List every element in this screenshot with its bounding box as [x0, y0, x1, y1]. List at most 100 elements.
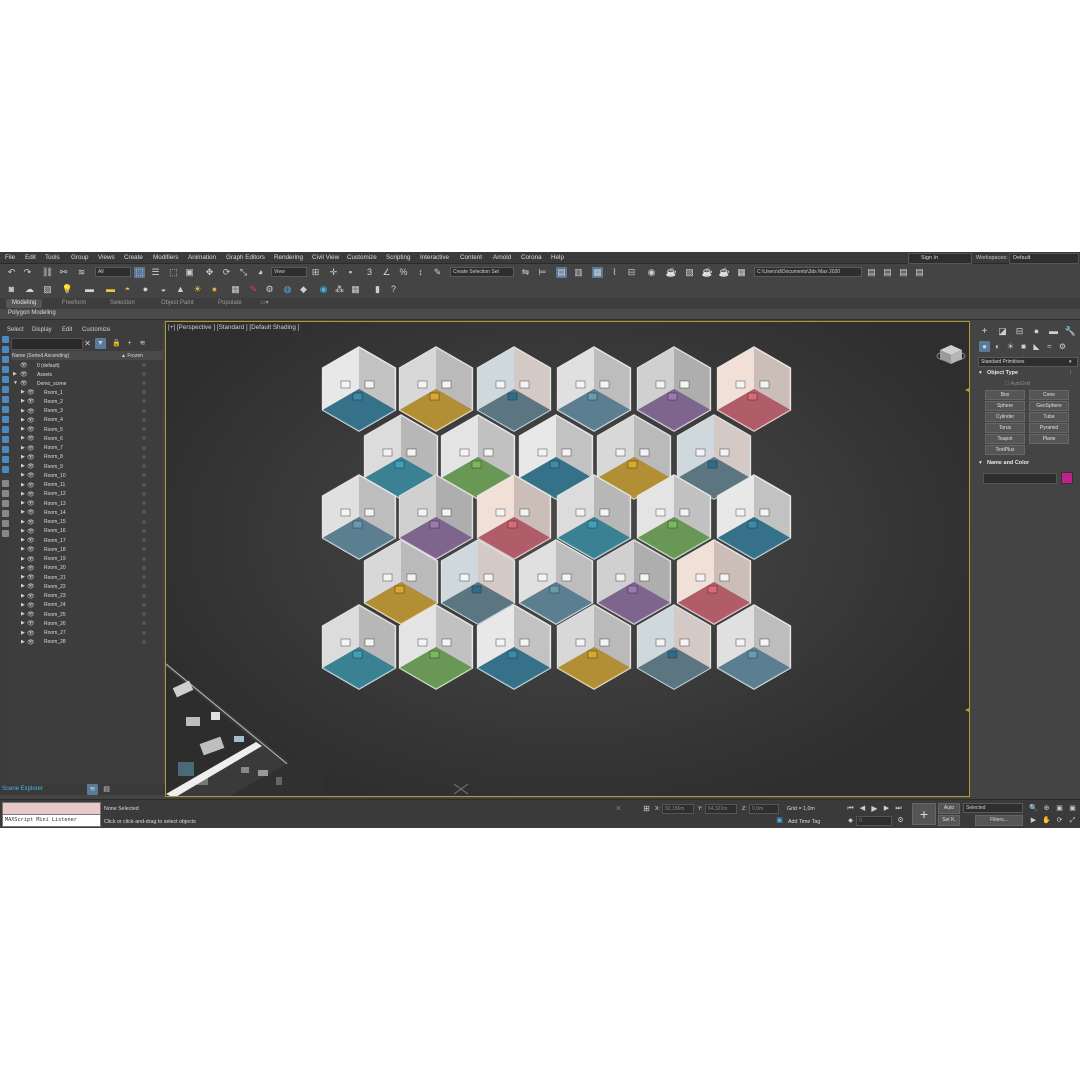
- tree-row[interactable]: ▶ 👁 Room_2: [11, 397, 163, 406]
- frozen-toggle[interactable]: [142, 436, 146, 441]
- room-cell[interactable]: [596, 539, 672, 625]
- go-to-end-icon[interactable]: ⏭: [893, 803, 904, 814]
- tree-row[interactable]: ▶ 👁 Room_27: [11, 629, 163, 638]
- eye-icon[interactable]: 👁: [27, 491, 35, 498]
- keyboard-shortcut-icon[interactable]: ▪: [345, 267, 356, 278]
- eye-icon[interactable]: 👁: [20, 380, 28, 387]
- toggle-ribbon-icon[interactable]: ▦: [592, 267, 603, 278]
- display-dependents-icon[interactable]: [2, 510, 9, 517]
- expand-arrow-icon[interactable]: ▶: [21, 620, 25, 626]
- helpers-icon[interactable]: ◣: [1031, 341, 1042, 352]
- link-icon[interactable]: ⛓: [42, 267, 53, 278]
- tree-row[interactable]: ▶ 👁 Room_15: [11, 518, 163, 527]
- rotate-icon[interactable]: ⟳: [221, 267, 232, 278]
- frozen-toggle[interactable]: [142, 501, 146, 505]
- eye-icon[interactable]: 👁: [27, 519, 35, 526]
- tree-row[interactable]: ▶ 👁 Room_21: [11, 573, 163, 582]
- tree-row[interactable]: ▶ 👁 Room_3: [11, 407, 163, 416]
- play-icon[interactable]: ▶: [869, 803, 880, 814]
- expand-arrow-icon[interactable]: ▶: [21, 426, 25, 432]
- eye-icon[interactable]: 👁: [27, 426, 35, 433]
- object-name-field[interactable]: [983, 473, 1057, 484]
- expand-arrow-icon[interactable]: ▶: [21, 639, 25, 645]
- frozen-toggle[interactable]: [142, 621, 146, 626]
- pan-icon[interactable]: ✋: [1041, 815, 1052, 826]
- tree-row[interactable]: ▶ 👁 Assets: [11, 370, 163, 379]
- display-bones-icon[interactable]: [2, 416, 9, 423]
- named-selection-dropdown[interactable]: Create Selection Set: [450, 267, 514, 277]
- lock-selection-icon[interactable]: ⊞: [641, 803, 652, 814]
- se-menu-display[interactable]: Display: [32, 327, 52, 333]
- frozen-toggle[interactable]: [142, 510, 146, 515]
- help-icon[interactable]: ?: [388, 284, 399, 295]
- room-cell[interactable]: [398, 346, 474, 432]
- pattern-icon[interactable]: ⚙: [264, 284, 275, 295]
- key-mode-icon[interactable]: ◆: [845, 815, 856, 826]
- lister-icon[interactable]: ▦: [350, 284, 361, 295]
- room-cell[interactable]: [716, 346, 792, 432]
- frozen-toggle[interactable]: [142, 399, 146, 404]
- redo-icon[interactable]: ↷: [22, 267, 33, 278]
- camera-icon[interactable]: ◙: [6, 284, 17, 295]
- tree-row[interactable]: ▶ 👁 Room_25: [11, 610, 163, 619]
- display-frozen-icon[interactable]: [2, 436, 9, 443]
- go-to-start-icon[interactable]: ⏮: [845, 803, 856, 814]
- current-frame-field[interactable]: 0: [856, 816, 892, 826]
- scatter-icon[interactable]: ◒: [158, 284, 169, 295]
- place-icon[interactable]: ◕: [255, 267, 266, 278]
- eye-icon[interactable]: 👁: [27, 500, 35, 507]
- name-and-color-rollout[interactable]: ▾ Name and Color: [978, 459, 1076, 468]
- material-library-icon[interactable]: ▬: [105, 284, 116, 295]
- frozen-toggle[interactable]: [142, 593, 146, 598]
- expand-arrow-icon[interactable]: ▶: [21, 389, 25, 395]
- selection-filter-dropdown[interactable]: All: [95, 267, 131, 277]
- search-input[interactable]: [11, 338, 83, 350]
- align-icon[interactable]: ⊨: [537, 267, 548, 278]
- next-frame-icon[interactable]: ▶: [881, 803, 892, 814]
- rect-selection-icon[interactable]: ⬚: [168, 267, 179, 278]
- frozen-toggle[interactable]: [142, 575, 146, 579]
- eye-icon[interactable]: 👁: [27, 408, 35, 415]
- room-cell[interactable]: [321, 346, 397, 432]
- room-cell[interactable]: [676, 539, 752, 625]
- zoom-extents-all-icon[interactable]: ▣: [1067, 803, 1078, 814]
- expand-arrow-icon[interactable]: ▶: [21, 611, 25, 617]
- primitive-plane-button[interactable]: Plane: [1029, 434, 1069, 444]
- frozen-toggle[interactable]: [142, 454, 146, 459]
- edit-named-selection-icon[interactable]: ✎: [432, 267, 443, 278]
- frozen-toggle[interactable]: [142, 602, 146, 607]
- tree-row[interactable]: ▶ 👁 Room_26: [11, 619, 163, 628]
- angle-snap-icon[interactable]: ∠: [381, 267, 392, 278]
- eye-icon[interactable]: 👁: [27, 593, 35, 600]
- bind-spacewarp-icon[interactable]: ≋: [76, 267, 87, 278]
- tree-row[interactable]: ▶ 👁 Room_16: [11, 527, 163, 536]
- spinner-snap-icon[interactable]: ↕: [415, 267, 426, 278]
- display-groups-icon[interactable]: [2, 396, 9, 403]
- se-menu-edit[interactable]: Edit: [62, 327, 72, 333]
- eye-icon[interactable]: 👁: [27, 509, 35, 516]
- tree-row[interactable]: ▶ 👁 Room_28: [11, 638, 163, 647]
- layer-explorer-icon[interactable]: ≋: [87, 784, 98, 795]
- scale-icon[interactable]: ⤡: [238, 267, 249, 278]
- menu-group[interactable]: Group: [71, 254, 89, 261]
- tree-row[interactable]: ▶ 👁 Room_24: [11, 601, 163, 610]
- sun-icon[interactable]: ☀: [192, 284, 203, 295]
- light-icon[interactable]: 💡: [62, 284, 73, 295]
- menu-content[interactable]: Content: [460, 254, 482, 261]
- set-key-icon[interactable]: +: [912, 803, 936, 825]
- tree-row[interactable]: ▼ 👁 Demo_scene: [11, 379, 163, 388]
- filter-icon[interactable]: [2, 530, 9, 537]
- create-tab-icon[interactable]: +: [979, 326, 990, 337]
- tree-row[interactable]: ▶ 👁 Room_6: [11, 434, 163, 443]
- display-xrefs-icon[interactable]: [2, 406, 9, 413]
- room-cell[interactable]: [556, 346, 632, 432]
- tree-row[interactable]: ▶ 👁 Room_1: [11, 388, 163, 397]
- sign-in-dropdown[interactable]: Sign In: [908, 253, 972, 264]
- display-influences-icon[interactable]: [2, 500, 9, 507]
- eye-icon[interactable]: 👁: [27, 417, 35, 424]
- window-crossing-icon[interactable]: ▣: [184, 267, 195, 278]
- display-geometry-icon[interactable]: [2, 336, 9, 343]
- select-by-name-icon[interactable]: ☰: [150, 267, 161, 278]
- proxy-icon[interactable]: ▬: [84, 284, 95, 295]
- sphere-light-icon[interactable]: ●: [140, 284, 151, 295]
